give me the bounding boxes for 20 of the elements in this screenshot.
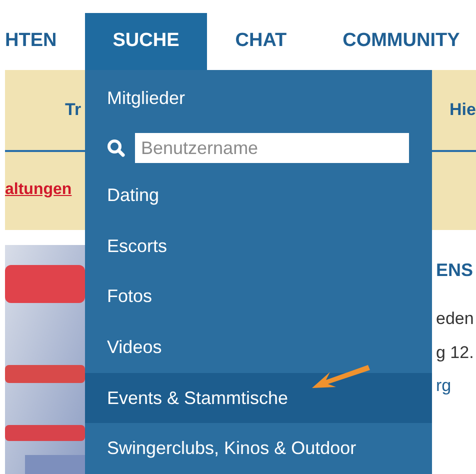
menu-item[interactable]: Fotos [85, 272, 432, 322]
event-schedule: eden [436, 308, 474, 330]
search-icon [107, 139, 125, 158]
nav-tab[interactable]: HTEN [5, 13, 85, 70]
subnav-link[interactable]: Tr [65, 97, 82, 123]
breadcrumb-link[interactable]: altungen [5, 178, 72, 202]
subnav-link[interactable]: Hie [450, 97, 476, 123]
event-location[interactable]: rg [436, 373, 474, 398]
nav-tab[interactable]: COMMUNITY [314, 13, 476, 70]
menu-item[interactable]: Escorts [85, 220, 432, 272]
event-schedule: g 12. [436, 342, 474, 364]
menu-item[interactable]: Dating [85, 170, 432, 221]
menu-item[interactable]: Mitglieder [85, 70, 432, 127]
username-field[interactable]: Benutzername [135, 133, 409, 164]
menu-item[interactable]: Videos [85, 322, 432, 373]
menu-item[interactable]: Events & Stammtische [85, 372, 432, 424]
menu-item[interactable]: Swingerclubs, Kinos & Outdoor [85, 423, 432, 474]
event-title[interactable]: ENS [436, 257, 474, 284]
nav-tab[interactable]: SUCHE [84, 13, 208, 70]
nav-tab[interactable]: CHAT [207, 13, 315, 70]
